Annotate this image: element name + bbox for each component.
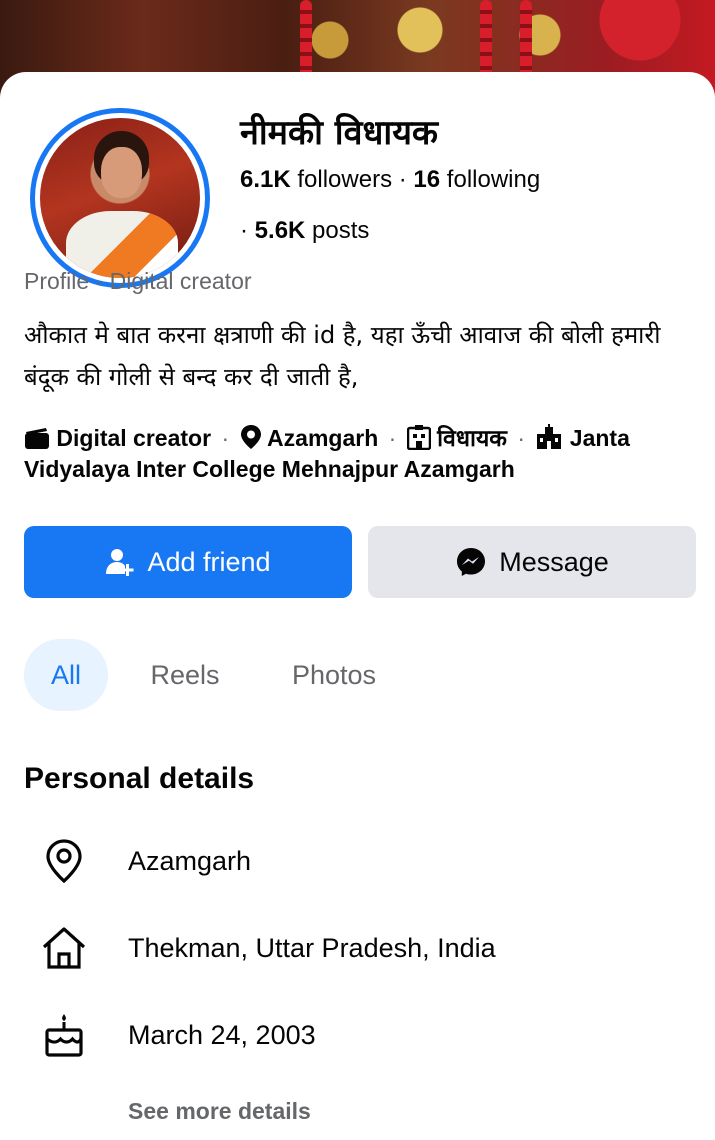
tab-photos[interactable]: Photos bbox=[264, 639, 404, 711]
profile-category: Profile · Digital creator bbox=[24, 268, 252, 294]
tab-reels[interactable]: Reels bbox=[128, 639, 242, 711]
profile-avatar[interactable] bbox=[30, 108, 210, 288]
location-pin-icon bbox=[240, 425, 261, 449]
following-count[interactable]: 16 bbox=[413, 166, 440, 193]
posts-count: 5.6K bbox=[254, 217, 306, 244]
followers-count[interactable]: 6.1K bbox=[240, 166, 291, 193]
messenger-icon bbox=[457, 548, 486, 576]
school-icon bbox=[537, 424, 562, 449]
profile-bio: औकात मे बात करना क्षत्राणी की id है, यहा… bbox=[24, 321, 661, 391]
detail-birthday-text: March 24, 2003 bbox=[128, 1019, 316, 1050]
add-friend-icon bbox=[106, 549, 134, 576]
following-label[interactable]: following bbox=[447, 166, 540, 193]
message-button[interactable]: Message bbox=[368, 526, 696, 598]
see-more-details-link[interactable]: See more details bbox=[128, 1098, 311, 1125]
profile-meta-line: Digital creator · Azamgarh · विधायक · Ja… bbox=[24, 424, 630, 482]
detail-location: Azamgarh bbox=[24, 833, 694, 889]
personal-details-title: Personal details bbox=[24, 762, 255, 795]
posts-label: posts bbox=[312, 217, 370, 244]
location-pin-icon bbox=[46, 839, 82, 884]
clapperboard-icon bbox=[25, 428, 49, 449]
home-icon bbox=[42, 927, 86, 969]
follow-stats: 6.1K followers · 16 following bbox=[240, 166, 541, 193]
followers-label[interactable]: followers bbox=[297, 166, 392, 193]
add-friend-button[interactable]: Add friend bbox=[24, 526, 352, 598]
location-item: Azamgarh bbox=[240, 425, 385, 451]
role-item: विधायक bbox=[406, 425, 514, 451]
briefcase-building-icon bbox=[406, 425, 431, 451]
profile-sheet: नीमकी विधायक 6.1K followers · 16 followi… bbox=[0, 72, 715, 1140]
posts-stats: · 5.6K posts bbox=[240, 217, 370, 244]
add-friend-label: Add friend bbox=[147, 546, 271, 577]
creator-item: Digital creator bbox=[24, 425, 217, 451]
detail-birthday: March 24, 2003 bbox=[24, 1007, 694, 1063]
detail-hometown-text: Thekman, Uttar Pradesh, India bbox=[128, 932, 496, 963]
birthday-cake-icon bbox=[45, 1014, 83, 1057]
avatar-photo bbox=[40, 118, 200, 278]
message-label: Message bbox=[499, 546, 609, 577]
detail-hometown: Thekman, Uttar Pradesh, India bbox=[24, 920, 694, 976]
profile-name: नीमकी विधायक bbox=[240, 113, 439, 153]
tab-all[interactable]: All bbox=[24, 639, 108, 711]
detail-location-text: Azamgarh bbox=[128, 845, 252, 876]
